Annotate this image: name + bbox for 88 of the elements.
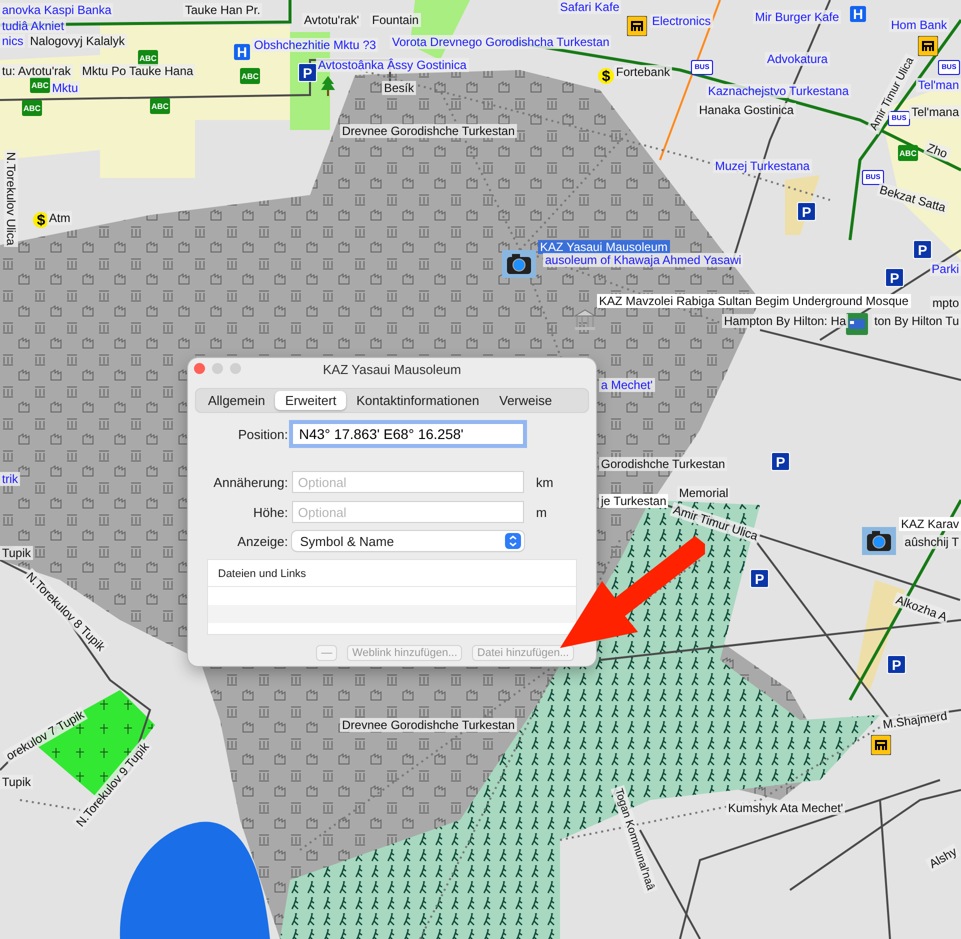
map-label: Hom Bank <box>889 18 950 32</box>
map-label: Tel'mana <box>909 105 961 119</box>
map-label: Drevnee Gorodishche Turkestan <box>340 718 517 732</box>
map-label: a Mechet' <box>599 378 655 392</box>
parking-sign: P <box>885 268 904 287</box>
map-label: Atm <box>47 211 72 225</box>
field-label: Anzeige: <box>236 534 288 548</box>
map-label: Parki <box>930 262 961 276</box>
zoom-button[interactable] <box>230 363 241 374</box>
map-label: KAZ Karav <box>898 517 961 531</box>
field-label: Annäherung: <box>212 474 288 490</box>
map-label: Tauke Han Pr. <box>183 3 262 17</box>
tab[interactable]: Allgemein <box>198 391 276 410</box>
map-label: Mir Burger Kafe <box>753 10 842 24</box>
bench-icon <box>871 735 891 755</box>
hospital-sign: H <box>234 44 250 60</box>
map-label: tu: Avtotu'rak <box>0 64 73 78</box>
map-label: ton By Hilton Tu <box>872 314 961 328</box>
map-label: Hampton By Hilton: Ha <box>722 314 848 328</box>
hospital-sign: H <box>850 6 866 22</box>
input-field[interactable]: Optional <box>292 501 524 523</box>
map-label: aûshchij T <box>902 535 961 549</box>
parking-sign: P <box>298 63 317 82</box>
selected-place-label[interactable]: KAZ Yasaui Mausoleum <box>538 240 670 254</box>
map-label: Tel'man <box>916 78 961 92</box>
map-label: anovka Kaspi Banka <box>0 3 114 17</box>
parking-sign: P <box>887 655 906 674</box>
map-label: trik <box>0 472 20 486</box>
close-button[interactable] <box>194 363 205 374</box>
bench-icon <box>627 16 647 36</box>
map-label: mpto <box>930 296 961 310</box>
tree-icon <box>321 76 335 96</box>
map-label: Vorota Drevnego Gorodishcha Turkestan <box>390 35 612 49</box>
window-title: KAZ Yasaui Mausoleum <box>322 362 462 376</box>
tab[interactable]: Erweitert <box>275 391 346 410</box>
tab[interactable]: Verweise <box>489 391 562 410</box>
unit-label: m <box>535 504 548 520</box>
map-label: Electronics <box>650 14 713 28</box>
parking-sign: P <box>750 569 769 588</box>
map-label: Mktu Po Tauke Hana <box>80 64 196 78</box>
unit-label: km <box>535 474 554 490</box>
museum-icon <box>573 309 597 331</box>
table-row[interactable] <box>208 605 576 623</box>
map-label: Gorodishche Turkestan <box>599 457 728 471</box>
map-label: KAZ Mavzolei Rabiga Sultan Begim Underground Mosque <box>597 294 910 308</box>
camera-icon <box>862 527 896 555</box>
school-sign: ABC <box>30 77 50 93</box>
map-label: je Turkestan <box>599 494 668 508</box>
school-sign: ABC <box>150 98 170 114</box>
bench-icon <box>918 36 938 56</box>
map-label: Avtostoânka Âssy Gostinica <box>316 58 469 72</box>
field-label: Höhe: <box>252 504 288 520</box>
bed-icon <box>846 313 868 335</box>
map-label: Fountain <box>370 13 421 27</box>
street-label: N.Torekulov Ulica <box>4 150 18 248</box>
map-label: Mktu <box>50 81 80 95</box>
display-select[interactable]: Symbol & Name <box>292 531 524 551</box>
input-field[interactable]: Optional <box>292 471 524 493</box>
map-label: nics <box>0 34 26 48</box>
tab[interactable]: Kontaktinformationen <box>346 391 490 410</box>
map-label: ausoleum of Khawaja Ahmed Yasawi <box>543 253 744 267</box>
map-label: Kumshyk Ata Mechet' <box>726 801 846 815</box>
street-label: Tupik <box>0 546 33 560</box>
map-label: Besík <box>382 81 416 95</box>
school-sign: ABC <box>22 100 42 116</box>
map-label: Avtotu'rak' <box>302 13 362 27</box>
minimize-button[interactable] <box>212 363 223 374</box>
school-sign: ABC <box>898 145 918 161</box>
school-sign: ABC <box>240 68 260 84</box>
map-label: Obshchezhitie Mktu ?3 <box>252 38 378 52</box>
map-label: Muzej Turkestana <box>713 159 812 173</box>
map-label: Fortebank <box>614 65 672 79</box>
map-label: tudiâ Akniet <box>0 19 66 33</box>
stepper-icon <box>505 533 521 549</box>
map-label: Safari Kafe <box>558 0 622 14</box>
field-label: Position: <box>237 426 288 442</box>
parking-sign: P <box>771 452 790 471</box>
parking-sign: P <box>797 202 816 221</box>
map-label: Nalogovyj Kalalyk <box>28 34 127 48</box>
map-label: Advokatura <box>765 52 830 66</box>
position-field[interactable]: N43° 17.863' E68° 16.258' <box>292 423 524 445</box>
parking-sign: P <box>913 240 932 259</box>
map-label: Hanaka Gostinica <box>697 103 796 117</box>
camera-icon <box>502 250 536 278</box>
map-label: Memorial <box>677 486 730 500</box>
map-label: Drevnee Gorodishche Turkestan <box>340 124 517 138</box>
map-label: Kaznachejstvo Turkestana <box>706 84 851 98</box>
street-label: Tupik <box>0 775 33 789</box>
